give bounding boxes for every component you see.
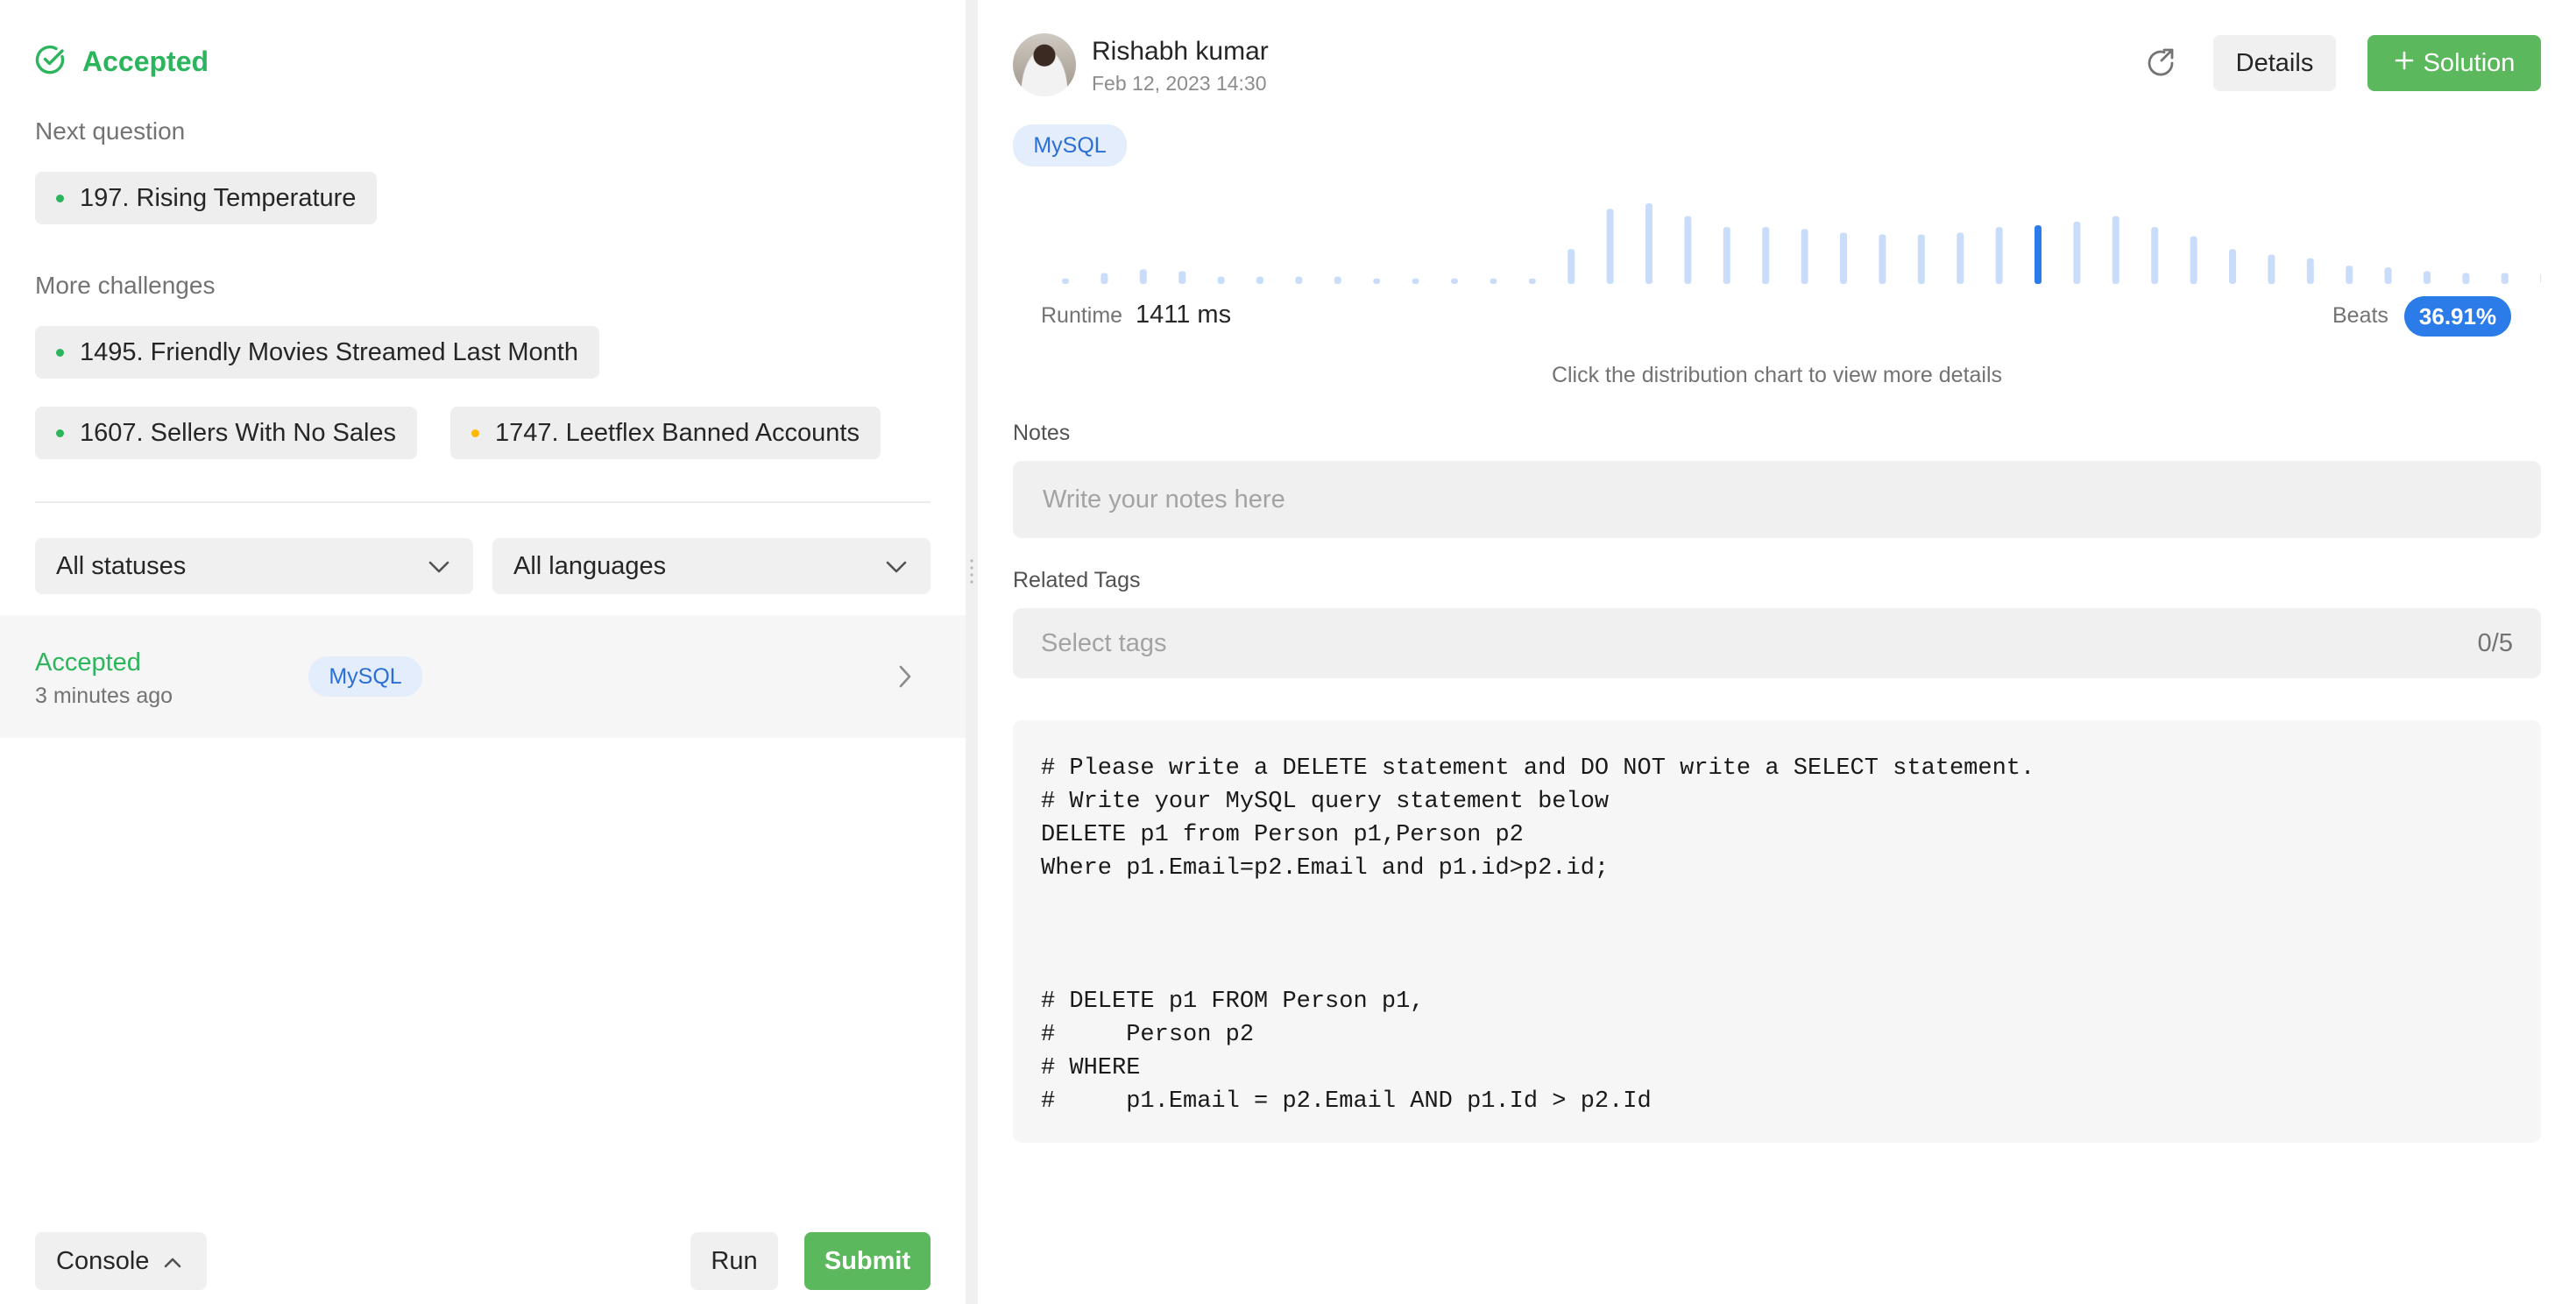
- distribution-bar[interactable]: [2306, 258, 2314, 284]
- challenge-title: 1495. Friendly Movies Streamed Last Mont…: [80, 337, 578, 366]
- distribution-bar[interactable]: [2462, 273, 2470, 284]
- distribution-bar[interactable]: [2151, 227, 2159, 284]
- notes-label: Notes: [1013, 421, 1071, 445]
- distribution-bar[interactable]: [1645, 203, 1652, 284]
- distribution-bar[interactable]: [1879, 234, 1886, 284]
- code-block: # Please write a DELETE statement and DO…: [1013, 720, 2541, 1143]
- divider: [35, 501, 931, 503]
- author-name[interactable]: Rishabh kumar: [1092, 37, 1269, 67]
- more-challenges-label: More challenges: [35, 272, 216, 299]
- distribution-bar[interactable]: [1139, 269, 1147, 284]
- challenge-title: 1747. Leetflex Banned Accounts: [495, 418, 860, 447]
- distribution-bar[interactable]: [2424, 271, 2431, 284]
- distribution-bar[interactable]: [2112, 216, 2120, 284]
- language-filter-value: All languages: [513, 551, 667, 580]
- run-button[interactable]: Run: [690, 1232, 778, 1290]
- difficulty-easy-dot: [56, 194, 64, 202]
- submit-button[interactable]: Submit: [804, 1232, 931, 1290]
- submission-language-badge: MySQL: [308, 656, 422, 697]
- distribution-bar[interactable]: [1178, 271, 1186, 284]
- distribution-bar[interactable]: [1957, 232, 1964, 284]
- check-circle-icon: [35, 44, 67, 80]
- distribution-bar[interactable]: [1373, 278, 1381, 284]
- language-tag: MySQL: [1013, 124, 1127, 167]
- distribution-bar[interactable]: [2268, 254, 2275, 284]
- chevron-down-icon: [885, 552, 908, 581]
- submission-date: Feb 12, 2023 14:30: [1092, 72, 1267, 95]
- submission-row[interactable]: Accepted 3 minutes ago MySQL: [0, 615, 966, 738]
- beats-label: Beats: [2332, 303, 2388, 328]
- distribution-bar[interactable]: [1606, 209, 1614, 284]
- distribution-bar[interactable]: [1995, 227, 2003, 284]
- submission-panel: Accepted Next question 197. Rising Tempe…: [0, 0, 966, 1304]
- submission-status: Accepted: [35, 648, 141, 677]
- chevron-down-icon: [428, 552, 450, 581]
- distribution-bar[interactable]: [1451, 278, 1458, 284]
- language-filter-select[interactable]: All languages: [492, 538, 931, 594]
- chevron-right-icon: [897, 663, 913, 694]
- distribution-bar[interactable]: [1295, 276, 1303, 284]
- solution-label: Solution: [2423, 48, 2516, 77]
- distribution-bar[interactable]: [1917, 234, 1925, 284]
- plus-icon: [2394, 49, 2415, 78]
- tags-count: 0/5: [2477, 628, 2513, 657]
- challenge-title: 1607. Sellers With No Sales: [80, 418, 397, 447]
- accepted-title: Accepted: [82, 46, 209, 77]
- distribution-bar-current[interactable]: [2035, 225, 2042, 284]
- beats-percentile-badge: 36.91%: [2404, 296, 2511, 337]
- pane-resize-handle[interactable]: [966, 0, 978, 1304]
- difficulty-easy-dot: [56, 348, 64, 357]
- challenge-chip[interactable]: 1607. Sellers With No Sales: [35, 407, 418, 459]
- status-filter-select[interactable]: All statuses: [35, 538, 473, 594]
- details-button[interactable]: Details: [2213, 35, 2336, 91]
- distribution-bar[interactable]: [2501, 273, 2509, 284]
- distribution-bar[interactable]: [1256, 276, 1263, 284]
- tags-select[interactable]: Select tags 0/5: [1013, 608, 2541, 678]
- distribution-bar[interactable]: [1100, 273, 1108, 284]
- distribution-hint: Click the distribution chart to view mor…: [1551, 363, 2003, 387]
- next-question-chip[interactable]: 197. Rising Temperature: [35, 172, 378, 224]
- status-filter-value: All statuses: [56, 551, 187, 580]
- accepted-header: Accepted: [35, 44, 209, 80]
- console-label: Console: [56, 1246, 150, 1275]
- distribution-bar[interactable]: [1840, 232, 1847, 284]
- challenge-chip[interactable]: 1747. Leetflex Banned Accounts: [450, 407, 881, 459]
- notes-input[interactable]: [1013, 461, 2541, 538]
- distribution-bar[interactable]: [1334, 276, 1341, 284]
- console-button[interactable]: Console: [35, 1232, 207, 1290]
- distribution-bar[interactable]: [1723, 227, 1730, 284]
- tags-placeholder: Select tags: [1041, 628, 1167, 657]
- runtime-value: 1411 ms: [1136, 301, 1232, 329]
- distribution-bar[interactable]: [1801, 229, 1808, 284]
- distribution-bar[interactable]: [1762, 227, 1770, 284]
- distribution-bar[interactable]: [2229, 249, 2236, 284]
- distribution-bar[interactable]: [1217, 276, 1225, 284]
- distribution-bar[interactable]: [2384, 267, 2392, 284]
- submission-time: 3 minutes ago: [35, 684, 173, 708]
- difficulty-easy-dot: [56, 429, 64, 437]
- distribution-bar[interactable]: [1568, 249, 1575, 284]
- distribution-bar[interactable]: [2346, 266, 2353, 284]
- distribution-bar[interactable]: [1062, 278, 1069, 284]
- related-tags-label: Related Tags: [1013, 568, 1141, 592]
- distribution-bar[interactable]: [2190, 236, 2197, 284]
- distribution-bar[interactable]: [1412, 278, 1419, 284]
- distribution-bar[interactable]: [2540, 273, 2541, 284]
- difficulty-medium-dot: [471, 429, 479, 437]
- next-question-title: 197. Rising Temperature: [80, 183, 357, 212]
- next-question-label: Next question: [35, 117, 186, 145]
- challenge-chip[interactable]: 1495. Friendly Movies Streamed Last Mont…: [35, 326, 599, 379]
- avatar[interactable]: [1013, 33, 1076, 96]
- distribution-bar[interactable]: [1684, 216, 1692, 284]
- chevron-up-icon: [163, 1247, 182, 1276]
- runtime-label: Runtime: [1041, 303, 1123, 328]
- distribution-bar[interactable]: [2073, 221, 2081, 284]
- distribution-bar[interactable]: [1490, 278, 1497, 284]
- submission-detail-panel: Rishabh kumar Feb 12, 2023 14:30 Details…: [978, 0, 2576, 1304]
- distribution-bar[interactable]: [1528, 278, 1536, 284]
- runtime-distribution-chart[interactable]: [1013, 193, 2541, 289]
- share-icon[interactable]: [2143, 46, 2178, 85]
- solution-button[interactable]: Solution: [2367, 35, 2541, 91]
- drag-grip-icon: [970, 557, 973, 585]
